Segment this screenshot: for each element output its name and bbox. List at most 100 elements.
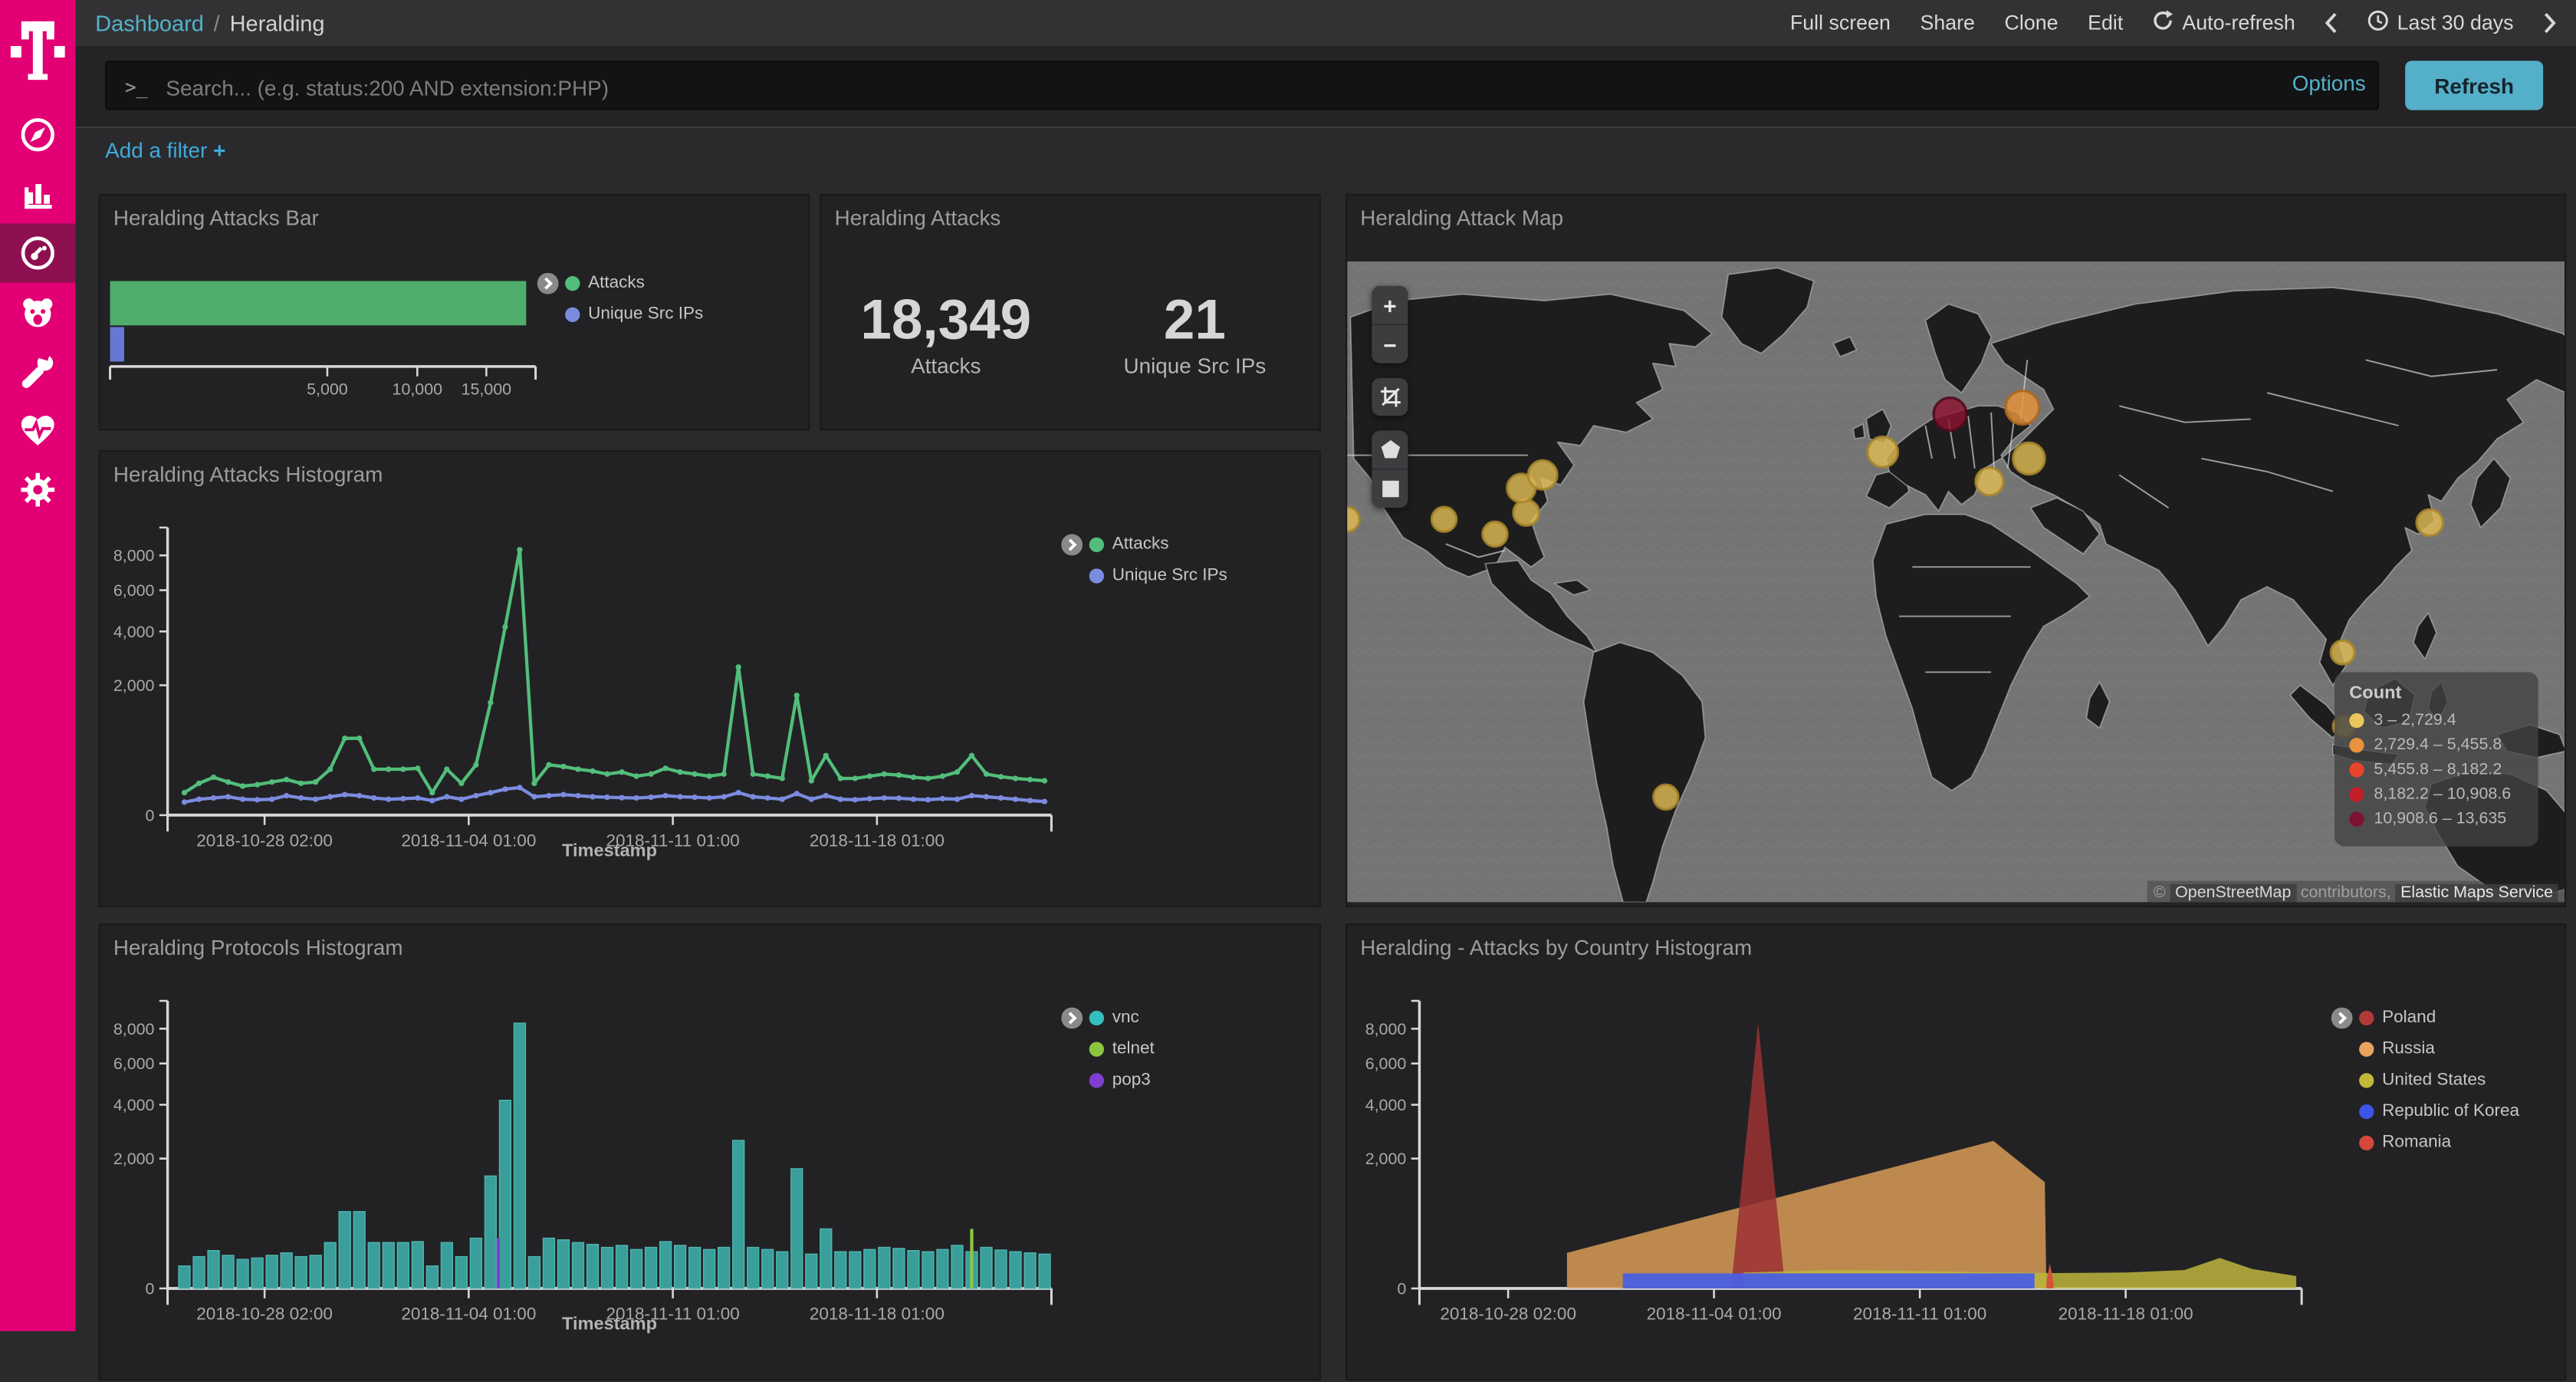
wrench-icon xyxy=(18,352,58,391)
breadcrumb-dashboard-link[interactable]: Dashboard xyxy=(95,11,204,35)
sidebar-item-tools[interactable] xyxy=(0,342,76,401)
t-mobile-logo[interactable] xyxy=(0,0,76,95)
legend-label: Russia xyxy=(2382,1038,2435,1058)
edit-button[interactable]: Edit xyxy=(2088,12,2123,35)
legend-color-dot xyxy=(1089,1010,1104,1025)
legend-label: vnc xyxy=(1112,1008,1139,1028)
legend-item[interactable]: Attacks xyxy=(1061,534,1227,554)
polygon-icon[interactable] xyxy=(1372,430,1408,468)
gear-icon xyxy=(18,470,58,509)
legend-color-dot xyxy=(2359,1010,2374,1025)
legend-item[interactable]: Unique Src IPs xyxy=(1061,565,1227,585)
legend-color-dot xyxy=(2359,1135,2374,1150)
attacks-line-chart: 8,0006,0004,0002,00002018-10-28 02:00201… xyxy=(100,452,1322,909)
time-prev-button[interactable] xyxy=(2325,12,2338,35)
legend-label: Republic of Korea xyxy=(2382,1101,2519,1121)
add-filter-link[interactable]: Add a filter + xyxy=(105,138,225,163)
count-legend-title: Count xyxy=(2349,683,2523,703)
chart-legend: vnc telnet pop3 xyxy=(1061,1008,1154,1101)
bar-chart-icon xyxy=(18,174,58,213)
metric-label: Unique Src IPs xyxy=(1070,354,1319,378)
metric-unique-src-ips: 21 Unique Src IPs xyxy=(1070,291,1319,378)
panel-attacks-metric: Heralding Attacks 18,349 Attacks 21 Uniq… xyxy=(820,194,1321,431)
legend-item[interactable]: Unique Src IPs xyxy=(537,304,703,324)
count-color-dot xyxy=(2349,738,2364,752)
legend-item[interactable]: Attacks xyxy=(537,273,703,293)
svg-text:2018-11-04 01:00: 2018-11-04 01:00 xyxy=(401,1305,536,1324)
legend-expand-icon[interactable] xyxy=(537,273,559,299)
crop-icon[interactable] xyxy=(1372,378,1408,416)
svg-text:2018-11-18 01:00: 2018-11-18 01:00 xyxy=(810,831,945,851)
legend-color-dot xyxy=(2359,1104,2374,1118)
sidebar-item-dashboard[interactable] xyxy=(0,223,76,282)
legend-color-dot xyxy=(2359,1041,2374,1056)
legend-item[interactable]: pop3 xyxy=(1061,1070,1154,1090)
panel-title: Heralding Attack Map xyxy=(1360,206,1563,230)
full-screen-button[interactable]: Full screen xyxy=(1790,12,1891,35)
legend-item[interactable]: Romania xyxy=(2331,1132,2519,1152)
legend-item[interactable]: telnet xyxy=(1061,1038,1154,1058)
legend-item[interactable]: United States xyxy=(2331,1070,2519,1090)
legend-color-dot xyxy=(1089,537,1104,551)
legend-item[interactable]: Republic of Korea xyxy=(2331,1101,2519,1121)
sidebar-item-tpot[interactable] xyxy=(0,283,76,342)
count-color-dot xyxy=(2349,762,2364,777)
legend-color-dot xyxy=(565,307,580,321)
svg-text:2018-11-04 01:00: 2018-11-04 01:00 xyxy=(1647,1305,1782,1324)
options-link[interactable]: Options xyxy=(2292,71,2366,95)
svg-text:2018-11-04 01:00: 2018-11-04 01:00 xyxy=(401,831,536,851)
map-attribution: © OpenStreetMap contributors, Elastic Ma… xyxy=(2147,881,2564,906)
legend-expand-icon[interactable] xyxy=(1061,1008,1083,1034)
world-map[interactable]: + − Count 3 – 2,729.42,729.4 – 5,455.85,… xyxy=(1347,262,2564,906)
svg-text:10,000: 10,000 xyxy=(393,380,443,398)
legend-label: Unique Src IPs xyxy=(1112,565,1227,585)
map-controls: + − xyxy=(1372,286,1408,523)
legend-color-dot xyxy=(1089,1072,1104,1087)
time-picker-button[interactable]: Last 30 days xyxy=(2367,10,2513,36)
legend-label: Poland xyxy=(2382,1008,2436,1028)
count-legend-row: 2,729.4 – 5,455.8 xyxy=(2349,736,2523,755)
svg-text:2018-10-28 02:00: 2018-10-28 02:00 xyxy=(196,1305,333,1324)
svg-text:4,000: 4,000 xyxy=(113,1096,155,1114)
sidebar-item-management[interactable] xyxy=(0,460,76,519)
metric-value: 21 xyxy=(1070,291,1319,350)
time-next-button[interactable] xyxy=(2543,12,2556,35)
refresh-button[interactable]: Refresh xyxy=(2405,61,2543,110)
filter-bar: Add a filter + xyxy=(76,128,2576,181)
panel-attacks-histogram: Heralding Attacks Histogram 8,0006,0004,… xyxy=(99,450,1321,907)
count-range-label: 2,729.4 – 5,455.8 xyxy=(2374,736,2502,755)
legend-label: Attacks xyxy=(588,273,645,293)
sidebar xyxy=(0,0,76,1331)
legend-item[interactable]: Poland xyxy=(2331,1008,2519,1028)
search-input[interactable] xyxy=(163,62,2354,111)
legend-expand-icon[interactable] xyxy=(2331,1008,2353,1034)
legend-expand-icon[interactable] xyxy=(1061,534,1083,560)
breadcrumb-current: Heralding xyxy=(230,11,325,35)
svg-text:0: 0 xyxy=(146,806,155,824)
sidebar-item-discover[interactable] xyxy=(0,105,76,164)
legend-color-dot xyxy=(2359,1072,2374,1087)
zoom-in-button[interactable]: + xyxy=(1372,286,1408,324)
clone-button[interactable]: Clone xyxy=(2005,12,2058,35)
sidebar-item-monitoring[interactable] xyxy=(0,401,76,460)
ems-link[interactable]: Elastic Maps Service xyxy=(2396,884,2558,903)
count-color-dot xyxy=(2349,812,2364,827)
svg-text:0: 0 xyxy=(146,1279,155,1298)
count-range-label: 8,182.2 – 10,908.6 xyxy=(2374,785,2511,804)
svg-text:2018-10-28 02:00: 2018-10-28 02:00 xyxy=(1440,1305,1576,1324)
query-prompt-icon: >_ xyxy=(125,76,148,99)
panel-country-histogram: Heralding - Attacks by Country Histogram… xyxy=(1346,923,2566,1380)
rectangle-icon[interactable] xyxy=(1372,469,1408,508)
osm-link[interactable]: OpenStreetMap xyxy=(2170,884,2296,903)
legend-label: pop3 xyxy=(1112,1070,1151,1090)
legend-item[interactable]: Russia xyxy=(2331,1038,2519,1058)
legend-label: telnet xyxy=(1112,1038,1155,1058)
breadcrumb-separator: / xyxy=(214,11,220,35)
auto-refresh-button[interactable]: Auto-refresh xyxy=(2153,10,2295,36)
share-button[interactable]: Share xyxy=(1920,12,1974,35)
svg-text:15,000: 15,000 xyxy=(462,380,512,398)
chart-legend: Poland Russia United States Republic of Kor… xyxy=(2331,1008,2519,1164)
legend-label: Unique Src IPs xyxy=(588,304,703,324)
zoom-out-button[interactable]: − xyxy=(1372,324,1408,363)
sidebar-item-visualize[interactable] xyxy=(0,164,76,223)
